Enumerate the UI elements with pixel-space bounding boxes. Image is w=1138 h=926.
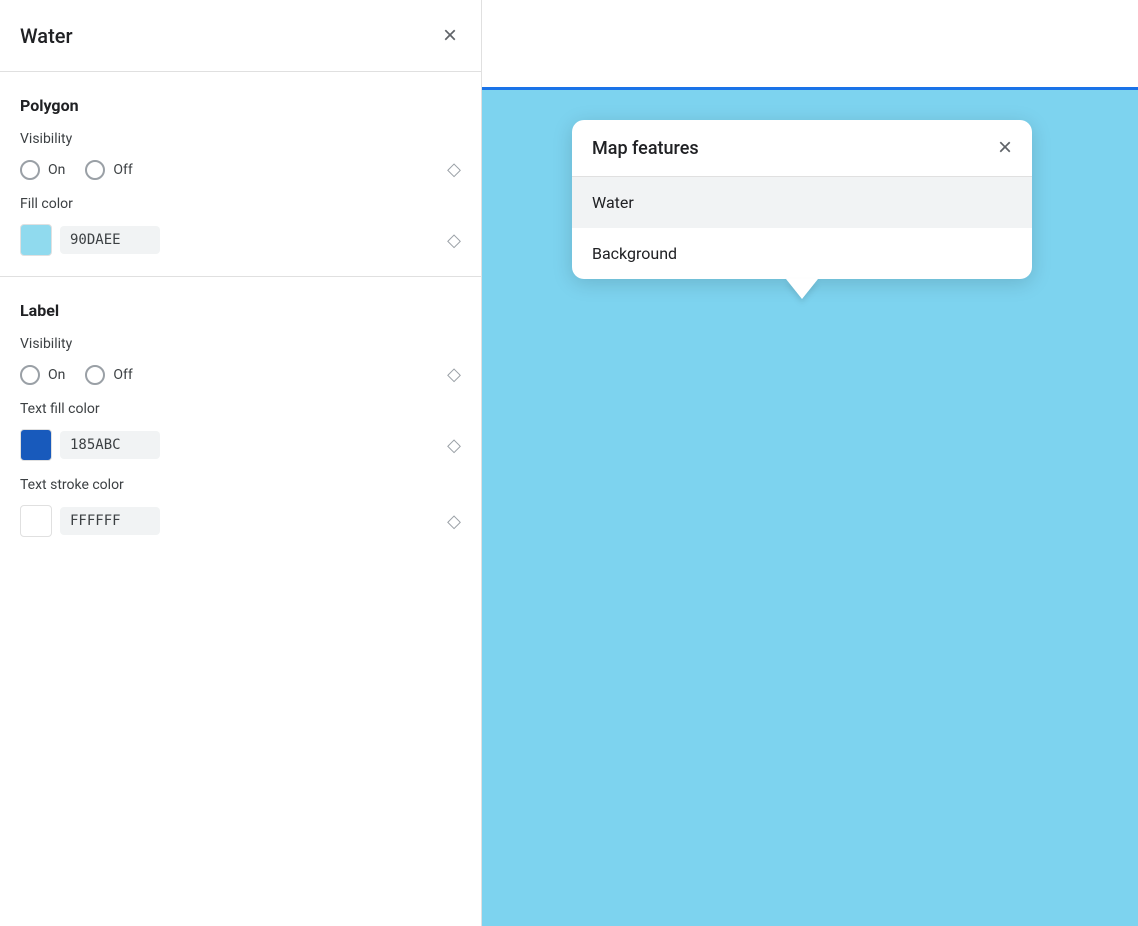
label-radio-off[interactable] — [85, 365, 105, 385]
label-text-fill-color-group: Text fill color — [20, 401, 461, 461]
map-panel: Map features Water Background — [482, 0, 1138, 926]
label-text-fill-color-input-row — [20, 429, 447, 461]
label-text-stroke-color-group: Text stroke color — [20, 477, 461, 537]
label-radio-off-item[interactable]: Off — [85, 365, 132, 385]
label-text-fill-color-swatch[interactable] — [20, 429, 52, 461]
polygon-radio-off[interactable] — [85, 160, 105, 180]
panel-close-button[interactable] — [439, 20, 461, 52]
popup-item-background[interactable]: Background — [572, 228, 1032, 279]
polygon-fill-color-label: Fill color — [20, 196, 461, 212]
polygon-radio-on-item[interactable]: On — [20, 160, 65, 180]
label-visibility-diamond-icon[interactable] — [447, 364, 461, 385]
label-text-stroke-color-input-row — [20, 505, 447, 537]
polygon-radio-off-item[interactable]: Off — [85, 160, 132, 180]
left-panel: Water Polygon Visibility On Off — [0, 0, 482, 926]
popup-close-button[interactable] — [998, 136, 1012, 160]
popup-header: Map features — [572, 120, 1032, 177]
polygon-visibility-radio-group: On Off — [20, 160, 447, 180]
label-visibility-radio-group: On Off — [20, 365, 447, 385]
label-text-stroke-color-label: Text stroke color — [20, 477, 461, 493]
label-radio-off-label: Off — [113, 367, 132, 383]
polygon-fill-color-row — [20, 224, 461, 256]
label-text-stroke-color-diamond-icon[interactable] — [447, 511, 461, 532]
polygon-section: Polygon Visibility On Off — [0, 72, 481, 277]
label-text-stroke-color-row — [20, 505, 461, 537]
polygon-section-title: Polygon — [20, 96, 461, 115]
popup-item-water-label: Water — [592, 193, 634, 212]
polygon-fill-color-input[interactable] — [60, 226, 160, 254]
label-text-fill-color-row — [20, 429, 461, 461]
popup-item-background-label: Background — [592, 244, 677, 263]
polygon-radio-off-label: Off — [113, 162, 132, 178]
label-radio-on-label: On — [48, 367, 65, 383]
polygon-radio-on-label: On — [48, 162, 65, 178]
polygon-visibility-label: Visibility — [20, 131, 461, 147]
map-features-popup: Map features Water Background — [572, 120, 1032, 279]
popup-title: Map features — [592, 138, 699, 159]
label-text-stroke-color-swatch[interactable] — [20, 505, 52, 537]
label-text-fill-color-label: Text fill color — [20, 401, 461, 417]
label-visibility-row: On Off — [20, 364, 461, 385]
polygon-fill-color-input-row — [20, 224, 447, 256]
panel-title: Water — [20, 24, 73, 48]
polygon-visibility-row: On Off — [20, 159, 461, 180]
polygon-fill-color-swatch[interactable] — [20, 224, 52, 256]
label-visibility-label: Visibility — [20, 336, 461, 352]
polygon-visibility-group: Visibility On Off — [20, 131, 461, 180]
polygon-visibility-diamond-icon[interactable] — [447, 159, 461, 180]
label-visibility-group: Visibility On Off — [20, 336, 461, 385]
label-section-title: Label — [20, 301, 461, 320]
map-top-bar — [482, 0, 1138, 90]
label-radio-on-item[interactable]: On — [20, 365, 65, 385]
label-section: Label Visibility On Off Te — [0, 277, 481, 557]
label-text-fill-color-input[interactable] — [60, 431, 160, 459]
polygon-fill-color-diamond-icon[interactable] — [447, 230, 461, 251]
panel-header: Water — [0, 0, 481, 72]
polygon-radio-on[interactable] — [20, 160, 40, 180]
label-text-fill-color-diamond-icon[interactable] — [447, 435, 461, 456]
label-radio-on[interactable] — [20, 365, 40, 385]
label-text-stroke-color-input[interactable] — [60, 507, 160, 535]
popup-item-water[interactable]: Water — [572, 177, 1032, 228]
popup-arrow — [786, 279, 818, 299]
polygon-fill-color-group: Fill color — [20, 196, 461, 256]
